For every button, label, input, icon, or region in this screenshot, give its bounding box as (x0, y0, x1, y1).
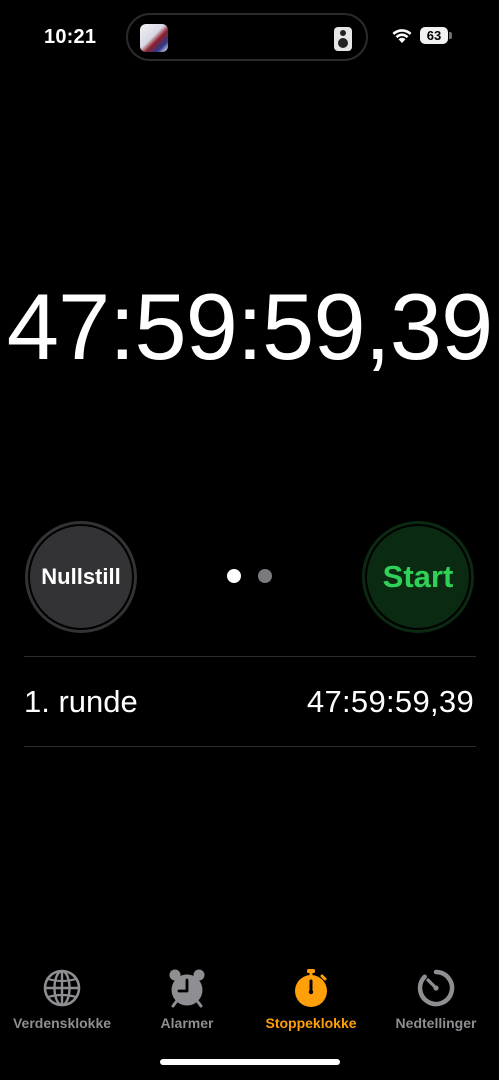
tab-label: Alarmer (160, 1015, 214, 1031)
start-button[interactable]: Start (362, 521, 474, 633)
tab-stopwatch[interactable]: Stoppeklokke (249, 960, 373, 1031)
dynamic-island[interactable] (126, 13, 368, 61)
speaker-icon (334, 27, 352, 51)
lap-label: 1. runde (24, 684, 138, 719)
timer-icon (417, 969, 455, 1007)
tab-label: Nedtellinger (395, 1015, 477, 1031)
wifi-icon (392, 29, 412, 43)
alarm-clock-icon (169, 969, 205, 1008)
page-dot-2[interactable] (258, 569, 272, 583)
page-dot-1[interactable] (227, 569, 241, 583)
stopwatch-icon (295, 969, 327, 1007)
globe-icon (43, 969, 81, 1007)
stopwatch-display: 47:59:59,39 (6, 274, 494, 379)
battery-tip (449, 32, 452, 39)
tab-bar: Verdensklokke Alarmer Stoppeklokke Nedte… (0, 960, 499, 1050)
status-time: 10:21 (44, 26, 97, 48)
stopwatch-screen: 10:21 63 47:59:59,39 Nullstill Start 1. … (0, 0, 499, 1080)
reset-button[interactable]: Nullstill (25, 521, 137, 633)
tab-timers[interactable]: Nedtellinger (374, 960, 498, 1031)
lap-row: 1. runde 47:59:59,39 (24, 657, 476, 746)
lap-divider-bottom (24, 746, 476, 747)
battery-icon: 63 (420, 27, 448, 44)
tab-alarms[interactable]: Alarmer (125, 960, 249, 1031)
tab-world-clock[interactable]: Verdensklokke (0, 960, 124, 1031)
media-thumbnail[interactable] (140, 24, 168, 52)
tab-label: Stoppeklokke (265, 1015, 357, 1031)
tab-label: Verdensklokke (12, 1015, 112, 1031)
home-indicator[interactable] (160, 1059, 340, 1065)
lap-time: 47:59:59,39 (306, 684, 474, 719)
